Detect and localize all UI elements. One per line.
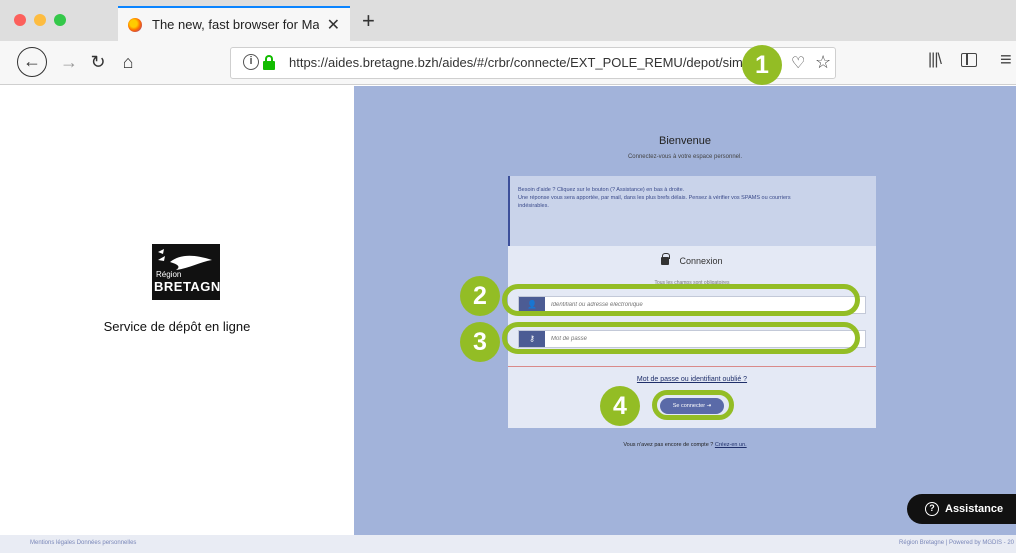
service-title: Service de dépôt en ligne (103, 319, 251, 334)
welcome-heading: Bienvenue (659, 135, 711, 147)
signup-text: Vous n'avez pas encore de compte ? (623, 442, 714, 448)
tab-title: The new, fast browser for Mac, (152, 17, 319, 32)
assistance-label: Assistance (945, 503, 1004, 515)
padlock-icon (661, 253, 671, 265)
login-card-header: Connexion (508, 246, 876, 276)
reload-icon[interactable]: ↻ (84, 49, 112, 75)
bookmark-star-icon[interactable]: ☆ (815, 52, 831, 73)
window-close-button[interactable] (14, 14, 26, 26)
help-line: Une réponse vous sera apportée, par mail… (518, 195, 791, 201)
tab-bar: The new, fast browser for Mac, ✕ + (0, 0, 1016, 41)
login-card-title: Connexion (679, 256, 723, 266)
home-icon[interactable]: ⌂ (114, 49, 142, 75)
navigation-bar: ← → ↻ ⌂ i https://aides.bretagne.bzh/aid… (0, 41, 1016, 85)
window-minimize-button[interactable] (34, 14, 46, 26)
help-line: Besoin d'aide ? Cliquez sur le bouton (?… (518, 187, 685, 193)
card-divider (508, 366, 876, 367)
footer-legal-links[interactable]: Mentions légales Données personnelles (30, 540, 136, 546)
signup-link[interactable]: Créez-en un. (715, 442, 747, 448)
ermine-bird-icon (158, 249, 212, 270)
welcome-subtitle: Connectez-vous à votre espace personnel. (627, 154, 743, 160)
library-icon[interactable]: |||\ (928, 51, 942, 69)
logo-region-text: Région (156, 270, 182, 279)
window-maximize-button[interactable] (54, 14, 66, 26)
sidebar-icon[interactable] (961, 53, 977, 67)
signup-prompt: Vous n'avez pas encore de compte ? Créez… (354, 442, 1016, 448)
hamburger-menu-icon[interactable]: ≡ (1000, 49, 1012, 72)
help-line: indésirables. (518, 203, 549, 209)
callout-1: 1 (742, 45, 782, 85)
forward-arrow-icon[interactable]: → (55, 49, 83, 75)
callout-4: 4 (600, 386, 640, 426)
browser-tab[interactable]: The new, fast browser for Mac, ✕ (118, 6, 350, 41)
pocket-icon[interactable]: ♡ (791, 53, 805, 73)
forgot-password-link[interactable]: Mot de passe ou identifiant oublié ? (508, 376, 876, 383)
logo-bretagne-text: BRETAGNE (154, 279, 230, 294)
left-pane: Région BRETAGNE Service de dépôt en lign… (0, 86, 354, 535)
new-tab-icon[interactable]: + (362, 8, 375, 34)
info-icon[interactable]: i (243, 54, 259, 70)
help-circle-icon: ? (925, 502, 939, 516)
url-text[interactable]: https://aides.bretagne.bzh/aides/#/crbr/… (289, 55, 760, 70)
region-bretagne-logo: Région BRETAGNE (152, 244, 229, 300)
back-arrow-icon[interactable]: ← (17, 47, 47, 77)
lock-icon[interactable] (263, 55, 275, 70)
tab-close-icon[interactable]: ✕ (327, 15, 340, 35)
highlight-ring-login (652, 390, 734, 420)
callout-3: 3 (460, 322, 500, 362)
page-footer: Mentions légales Données personnelles Ré… (0, 535, 1016, 553)
assistance-button[interactable]: ? Assistance (907, 494, 1016, 524)
footer-credits: Région Bretagne | Powered by MGDIS - 20 (899, 540, 1014, 546)
callout-2: 2 (460, 276, 500, 316)
help-notice: Besoin d'aide ? Cliquez sur le bouton (?… (508, 176, 876, 246)
firefox-icon (128, 17, 142, 32)
highlight-ring-identifier (502, 284, 860, 316)
highlight-ring-password (502, 322, 860, 354)
